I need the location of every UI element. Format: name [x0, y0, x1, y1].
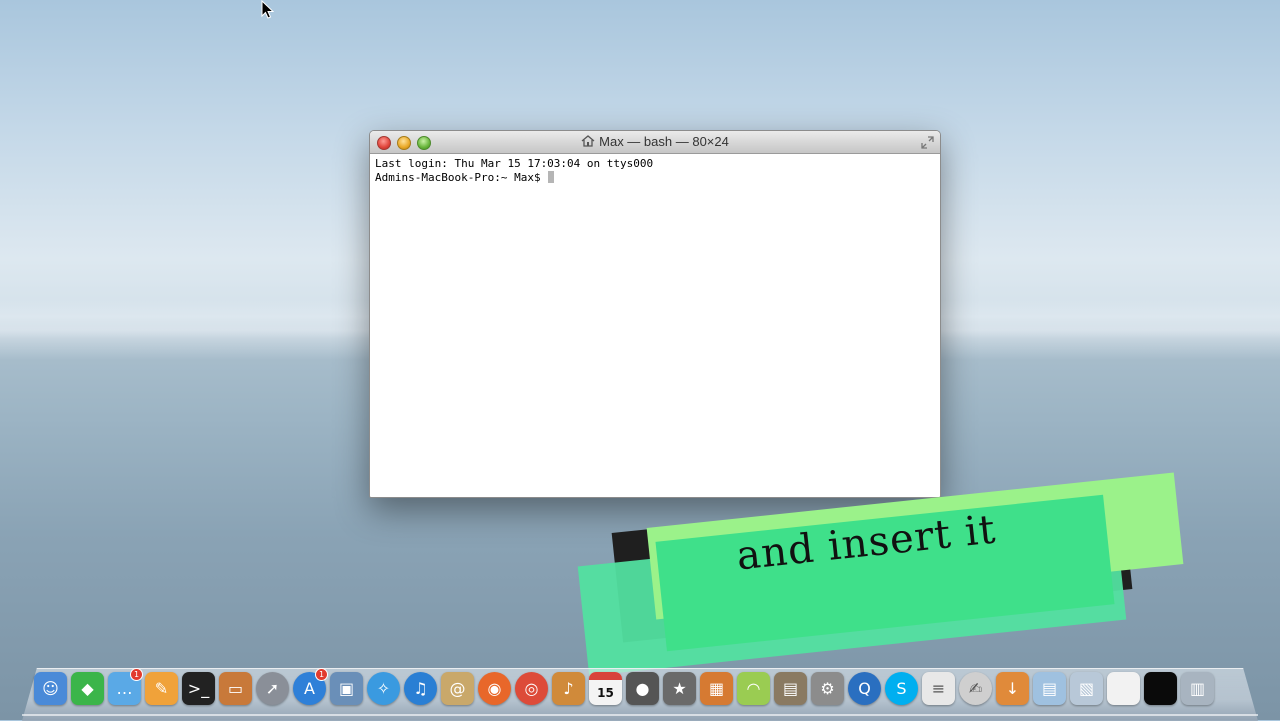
- notification-badge: 1: [315, 668, 328, 681]
- palm-photo-icon-glyph: ▦: [708, 679, 725, 698]
- guitar-icon-glyph: ♪: [563, 679, 574, 698]
- dock-plumbob-icon[interactable]: ◆: [71, 672, 104, 705]
- dock-gear-icon[interactable]: ⚙: [811, 672, 844, 705]
- dock-app-store-icon[interactable]: A1: [293, 668, 328, 705]
- pen-icon-glyph: ✎: [154, 679, 169, 698]
- dock-chrome-icon[interactable]: ◎: [515, 672, 548, 705]
- chrome-icon-glyph: ◎: [524, 679, 539, 698]
- finder-icon-glyph: ☺: [42, 679, 59, 698]
- dock-scroll-icon[interactable]: ✍: [959, 672, 992, 705]
- dock-speech-bubble-icon[interactable]: … 1: [108, 668, 143, 705]
- dock-palm-photo-icon[interactable]: ▦: [700, 672, 733, 705]
- dock-guitar-icon[interactable]: ♪: [552, 672, 585, 705]
- chart-icon-glyph: ▤: [782, 679, 799, 698]
- skype-icon-glyph: S: [896, 679, 907, 698]
- plumbob-icon-glyph: ◆: [81, 679, 94, 698]
- dock-folder-icon[interactable]: ▤: [1033, 672, 1066, 705]
- caption-sticker: and insert it: [577, 466, 1190, 686]
- window-title-text: Max — bash — 80×24: [599, 134, 729, 149]
- terminal-window[interactable]: Max — bash — 80×24 Last login: Thu Mar 1…: [369, 130, 941, 498]
- notification-badge: 1: [130, 668, 143, 681]
- photo-icon-glyph: ▣: [338, 679, 355, 698]
- quicktime-icon-glyph: Q: [858, 679, 871, 698]
- dock-blank-stack-icon[interactable]: [1107, 672, 1140, 705]
- dock-calendar-icon[interactable]: 15: [589, 672, 622, 705]
- dock-trash-icon[interactable]: ▥: [1181, 672, 1214, 705]
- dock-camera-icon[interactable]: ●: [626, 672, 659, 705]
- dock: ☺ ◆… 1 ✎ >_ ▭ ➚ A 1 ▣ ✧ ♫ @ ◉ ◎ ♪ 15 ● ★ ▦ ◠ ▤ ⚙ Q S ≡ ✍ ↓ ▤ ▧ ▥: [34, 668, 1214, 712]
- dock-photo-icon[interactable]: ▣: [330, 672, 363, 705]
- dock-wifi-base-icon[interactable]: ◠: [737, 672, 770, 705]
- dock-black-window-icon[interactable]: [1144, 672, 1177, 705]
- folder-icon-glyph: ▤: [1041, 679, 1058, 698]
- dock-picture-stack-icon[interactable]: ▧: [1070, 672, 1103, 705]
- terminal-output[interactable]: Last login: Thu Mar 15 17:03:04 on ttys0…: [370, 154, 940, 188]
- picture-stack-icon-glyph: ▧: [1078, 679, 1095, 698]
- dock-compass-icon[interactable]: ✧: [367, 672, 400, 705]
- terminal-icon-glyph: >_: [187, 679, 210, 698]
- firefox-icon-glyph: ◉: [487, 679, 502, 698]
- dock-shelf-highlight: [22, 714, 1258, 716]
- dock-pen-icon[interactable]: ✎: [145, 672, 178, 705]
- calendar-header: [589, 672, 622, 680]
- speech-bubble-icon-glyph: …: [116, 679, 133, 698]
- gear-icon-glyph: ⚙: [820, 679, 835, 698]
- terminal-prompt-line[interactable]: Admins-MacBook-Pro:~ Max$: [375, 171, 935, 185]
- star-icon-glyph: ★: [672, 679, 687, 698]
- home-icon: [581, 135, 595, 147]
- dock-podium-icon[interactable]: ▭: [219, 672, 252, 705]
- terminal-prompt: Admins-MacBook-Pro:~ Max$: [375, 171, 548, 184]
- calendar-date: 15: [597, 685, 614, 700]
- dock-skype-icon[interactable]: S: [885, 672, 918, 705]
- window-titlebar[interactable]: Max — bash — 80×24: [370, 131, 940, 154]
- dock-address-book-icon[interactable]: @: [441, 672, 474, 705]
- compass-icon-glyph: ✧: [376, 679, 391, 698]
- dock-quicktime-icon[interactable]: Q: [848, 672, 881, 705]
- trash-icon-glyph: ▥: [1189, 679, 1206, 698]
- document-icon-glyph: ≡: [931, 679, 946, 698]
- downloads-stack-icon-glyph: ↓: [1005, 679, 1020, 698]
- dock-chart-icon[interactable]: ▤: [774, 672, 807, 705]
- rocket-icon-glyph: ➚: [265, 679, 280, 698]
- podium-icon-glyph: ▭: [227, 679, 244, 698]
- dock-document-icon[interactable]: ≡: [922, 672, 955, 705]
- dock-music-note-icon[interactable]: ♫: [404, 672, 437, 705]
- camera-icon-glyph: ●: [635, 679, 650, 698]
- dock-finder-icon[interactable]: ☺: [34, 672, 67, 705]
- scroll-icon-glyph: ✍: [968, 679, 983, 698]
- app-store-icon-glyph: A: [304, 679, 315, 698]
- dock-terminal-icon[interactable]: >_: [182, 672, 215, 705]
- window-title: Max — bash — 80×24: [370, 134, 940, 149]
- address-book-icon-glyph: @: [449, 679, 466, 698]
- mouse-pointer-icon: [261, 0, 275, 19]
- text-cursor: [548, 171, 555, 183]
- wifi-base-icon-glyph: ◠: [746, 679, 761, 698]
- dock-downloads-stack-icon[interactable]: ↓: [996, 672, 1029, 705]
- fullscreen-icon[interactable]: [921, 136, 934, 149]
- terminal-line-login: Last login: Thu Mar 15 17:03:04 on ttys0…: [375, 157, 654, 170]
- dock-rocket-icon[interactable]: ➚: [256, 672, 289, 705]
- dock-firefox-icon[interactable]: ◉: [478, 672, 511, 705]
- dock-star-icon[interactable]: ★: [663, 672, 696, 705]
- music-note-icon-glyph: ♫: [413, 679, 428, 698]
